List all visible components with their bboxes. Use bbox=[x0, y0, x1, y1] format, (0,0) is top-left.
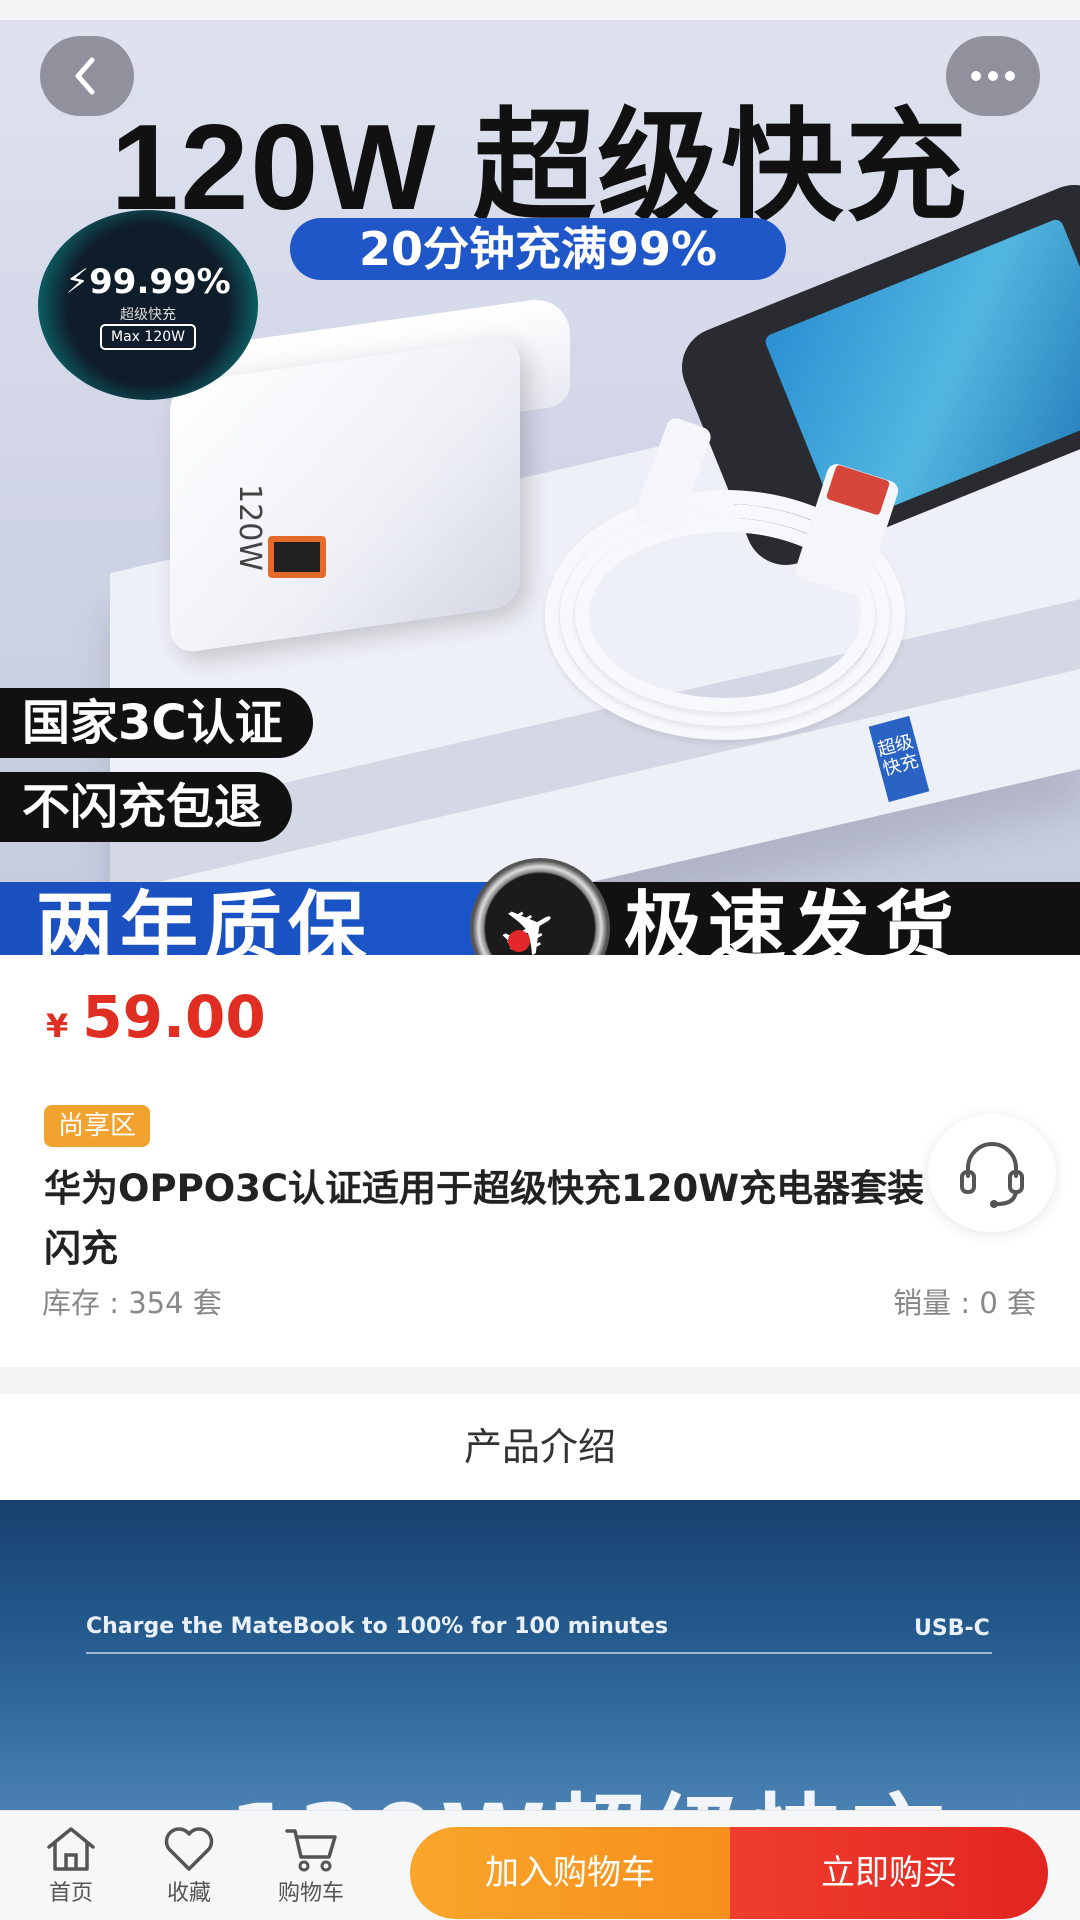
intro-divider bbox=[86, 1652, 992, 1654]
chevron-left-icon bbox=[75, 57, 95, 95]
heart-icon bbox=[164, 1827, 214, 1871]
product-title: 华为OPPO3C认证适用于超级快充120W充电器套装闪充 bbox=[44, 1167, 925, 1270]
tab-cart[interactable]: 购物车 bbox=[256, 1811, 366, 1920]
add-to-cart-button[interactable]: 加入购物车 bbox=[410, 1827, 730, 1919]
tab-favorite-label: 收藏 bbox=[166, 1881, 211, 1906]
sales-count: 销量 : 0 套 bbox=[893, 1286, 1036, 1320]
bottom-action-bar: 首页 收藏 购物车 加入购物车 立即购买 bbox=[0, 1810, 1080, 1920]
tab-cart-label: 购物车 bbox=[277, 1881, 344, 1906]
customer-service-button[interactable] bbox=[928, 1114, 1056, 1232]
cart-icon bbox=[285, 1829, 337, 1872]
band-warranty: 两年质保 bbox=[36, 884, 373, 955]
more-button[interactable] bbox=[946, 36, 1040, 116]
buy-now-button[interactable]: 立即购买 bbox=[730, 1827, 1048, 1919]
price-amount: 59.00 bbox=[82, 983, 266, 1051]
red-dot bbox=[508, 930, 530, 952]
more-dots-icon bbox=[971, 71, 1015, 81]
tag-certification: 国家3C认证 bbox=[0, 688, 313, 758]
stock-count: 库存 : 354 套 bbox=[42, 1286, 222, 1320]
band-shipping: 极速发货 bbox=[624, 884, 961, 955]
intro-heading: 产品介绍 bbox=[463, 1425, 616, 1469]
intro-caption: Charge the MateBook to 100% for 100 minu… bbox=[86, 1614, 669, 1639]
charge-badge: ⚡99.99% 超级快充 Max 120W bbox=[38, 210, 258, 400]
intro-usb-label: USB-C bbox=[914, 1616, 990, 1641]
product-info-card: ¥59.00 尚享区 华为OPPO3C认证适用于超级快充120W充电器套装闪充 … bbox=[0, 955, 1080, 1367]
currency-symbol: ¥ bbox=[46, 1007, 69, 1045]
badge-max: Max 120W bbox=[100, 324, 196, 350]
intro-image: Charge the MateBook to 100% for 100 minu… bbox=[0, 1500, 1080, 1830]
usb-port bbox=[268, 536, 326, 578]
charger-image bbox=[170, 335, 520, 655]
intro-header: 产品介绍 bbox=[0, 1394, 1080, 1500]
headset-icon bbox=[960, 1142, 1024, 1208]
product-image[interactable]: 超级快充 120W 120W 超级快充 20分钟充满99% ⚡99.99% 超级… bbox=[0, 20, 1080, 955]
zone-tag: 尚享区 bbox=[44, 1105, 151, 1147]
charger-label: 120W bbox=[231, 484, 267, 571]
tab-favorite[interactable]: 收藏 bbox=[134, 1811, 244, 1920]
back-button[interactable] bbox=[40, 36, 134, 116]
badge-sub: 超级快充 bbox=[120, 307, 176, 323]
badge-percent: ⚡99.99% bbox=[65, 262, 231, 302]
home-icon bbox=[47, 1827, 95, 1871]
hero-subline: 20分钟充满99% bbox=[290, 218, 786, 280]
tab-home-label: 首页 bbox=[48, 1881, 93, 1906]
price: ¥59.00 bbox=[46, 983, 266, 1051]
tag-flash-return: 不闪充包退 bbox=[0, 772, 293, 842]
tab-home[interactable]: 首页 bbox=[16, 1811, 126, 1920]
